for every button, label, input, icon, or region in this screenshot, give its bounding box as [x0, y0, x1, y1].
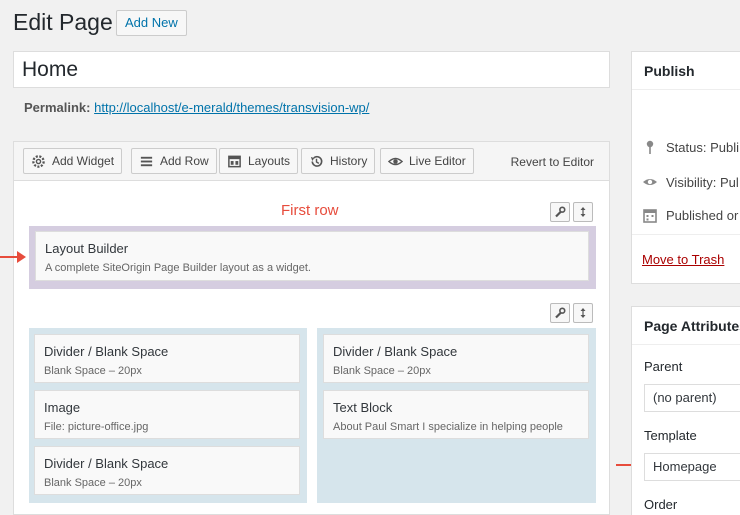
gear-icon: [32, 154, 45, 168]
move-to-trash-link[interactable]: Move to Trash: [642, 252, 724, 267]
layouts-button[interactable]: Layouts: [219, 148, 299, 174]
permalink-link[interactable]: http://localhost/e-merald/themes/transvi…: [94, 100, 369, 115]
widget-divider[interactable]: Divider / Blank Space Blank Space – 20px: [34, 446, 300, 495]
status-row: Status: Publi: [642, 139, 739, 155]
row-2: Divider / Blank Space Blank Space – 20px…: [29, 328, 596, 503]
widget-description: About Paul Smart I specialize in helping…: [333, 421, 563, 433]
template-label: Template: [644, 428, 697, 443]
rows-icon: [140, 156, 153, 166]
widget-layout-builder[interactable]: Layout Builder A complete SiteOrigin Pag…: [35, 231, 589, 281]
widget-title: Text Block: [333, 400, 393, 415]
widget-title: Layout Builder: [45, 241, 129, 256]
title-input[interactable]: Home: [13, 51, 610, 88]
add-new-button[interactable]: Add New: [116, 10, 187, 36]
visibility-row: Visibility: Pul: [642, 174, 739, 190]
widget-text-block[interactable]: Text Block About Paul Smart I specialize…: [323, 390, 589, 439]
widget-description: Blank Space – 20px: [44, 365, 142, 377]
parent-select[interactable]: (no parent): [644, 384, 740, 412]
publish-title: Publish: [632, 52, 740, 90]
template-select[interactable]: Homepage: [644, 453, 740, 481]
eye-icon: [643, 179, 657, 185]
add-widget-label: Add Widget: [52, 154, 115, 168]
annotation-arrow: [0, 251, 26, 263]
widget-image[interactable]: Image File: picture-office.jpg: [34, 390, 300, 439]
move-icon: [580, 308, 586, 318]
calendar-icon: [643, 209, 657, 223]
publish-panel: Publish Status: Publi Visibility: Pul Pu…: [631, 51, 740, 284]
permalink-label: Permalink:: [24, 100, 91, 115]
page-builder: Add Widget Add Row Layouts History Live …: [13, 141, 610, 515]
widget-description: File: picture-office.jpg: [44, 421, 149, 433]
visibility-text: Visibility: Pul: [666, 174, 739, 190]
widget-title: Image: [44, 400, 81, 415]
row-1: Layout Builder A complete SiteOrigin Pag…: [29, 226, 596, 289]
published-row: Published or: [642, 207, 738, 223]
add-row-button[interactable]: Add Row: [131, 148, 217, 174]
widget-divider[interactable]: Divider / Blank Space Blank Space – 20px: [34, 334, 300, 383]
page-attributes-panel: Page Attributes Parent (no parent) Templ…: [631, 306, 740, 515]
order-label: Order: [644, 497, 678, 512]
published-text: Published or: [666, 207, 739, 223]
history-label: History: [330, 154, 368, 168]
parent-label: Parent: [644, 359, 683, 374]
first-row-annotation: First row: [281, 202, 339, 219]
page-title: Edit Page: [13, 9, 113, 35]
move-icon: [580, 207, 586, 217]
live-editor-button[interactable]: Live Editor: [380, 148, 474, 174]
layout-icon: [228, 155, 241, 167]
divider: [632, 234, 740, 235]
permalink: Permalink: http://localhost/e-merald/the…: [24, 100, 369, 115]
widget-title: Divider / Blank Space: [333, 344, 458, 359]
builder-toolbar: Add Widget Add Row Layouts History Live …: [14, 142, 609, 181]
widget-description: A complete SiteOrigin Page Builder layou…: [45, 262, 311, 274]
row-edit-button[interactable]: [550, 303, 570, 323]
status-text: Status: Publi: [666, 139, 739, 155]
layouts-label: Layouts: [248, 154, 291, 168]
pin-icon: [646, 140, 654, 154]
widget-divider[interactable]: Divider / Blank Space Blank Space – 20px: [323, 334, 589, 383]
wrench-icon: [555, 206, 566, 218]
revert-to-editor-link[interactable]: Revert to Editor: [511, 155, 594, 169]
history-icon: [310, 155, 323, 167]
widget-description: Blank Space – 20px: [44, 477, 142, 489]
row-edit-button[interactable]: [550, 202, 570, 222]
eye-icon: [388, 157, 403, 165]
row-move-handle[interactable]: [573, 202, 593, 222]
widget-title: Divider / Blank Space: [44, 344, 169, 359]
cell-divider: [307, 328, 317, 503]
widget-title: Divider / Blank Space: [44, 456, 169, 471]
row-move-handle[interactable]: [573, 303, 593, 323]
wrench-icon: [555, 307, 566, 319]
history-button[interactable]: History: [301, 148, 376, 174]
page-attributes-title: Page Attributes: [632, 307, 740, 345]
live-editor-label: Live Editor: [409, 154, 466, 168]
add-row-label: Add Row: [160, 154, 209, 168]
add-widget-button[interactable]: Add Widget: [23, 148, 123, 174]
widget-description: Blank Space – 20px: [333, 365, 431, 377]
